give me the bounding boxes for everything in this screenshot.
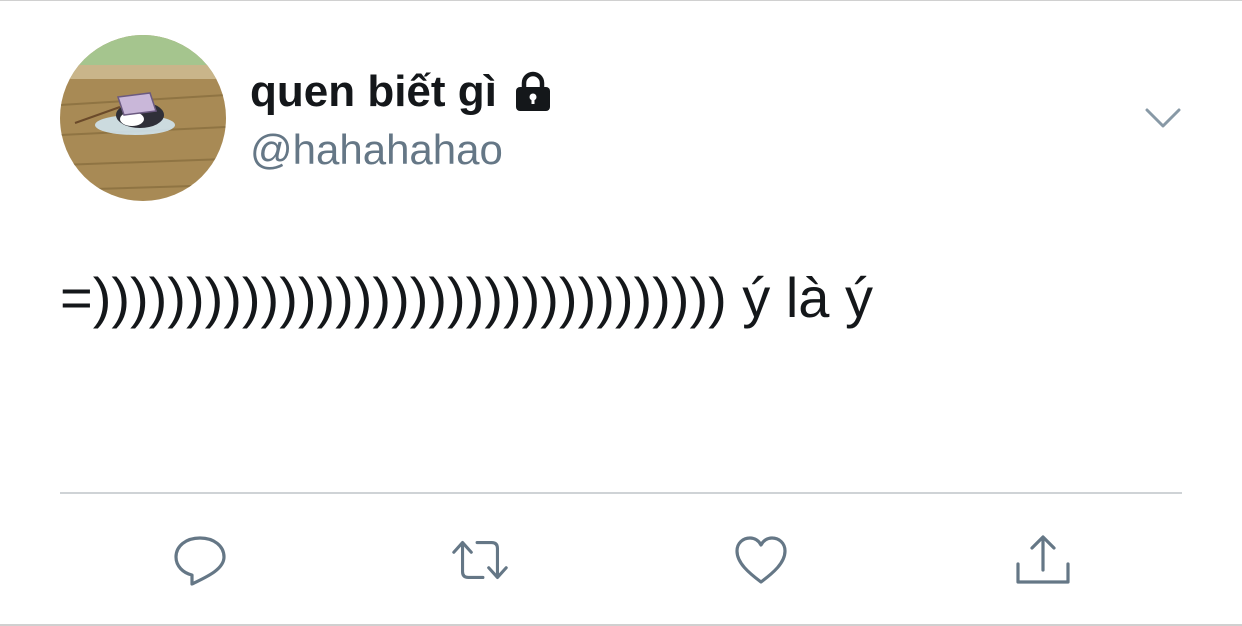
chevron-down-icon[interactable]	[1140, 100, 1186, 136]
reply-icon	[174, 536, 226, 586]
user-handle[interactable]: @hahahahao	[250, 122, 503, 178]
like-button[interactable]	[729, 528, 793, 592]
display-name[interactable]: quen biết gì	[250, 64, 555, 120]
retweet-icon	[452, 540, 508, 580]
avatar-image	[60, 35, 226, 201]
top-border	[0, 0, 1242, 1]
divider	[60, 492, 1182, 494]
display-name-text: quen biết gì	[250, 67, 497, 116]
heart-icon	[735, 536, 787, 584]
avatar[interactable]	[60, 35, 226, 201]
tweet-text: =)))))))))))))))))))))))))))))))))) ý là…	[60, 266, 874, 329]
share-button[interactable]	[1011, 528, 1075, 592]
retweet-button[interactable]	[448, 528, 512, 592]
share-icon	[1016, 535, 1070, 584]
lock-icon	[511, 70, 555, 114]
reply-button[interactable]	[168, 528, 232, 592]
